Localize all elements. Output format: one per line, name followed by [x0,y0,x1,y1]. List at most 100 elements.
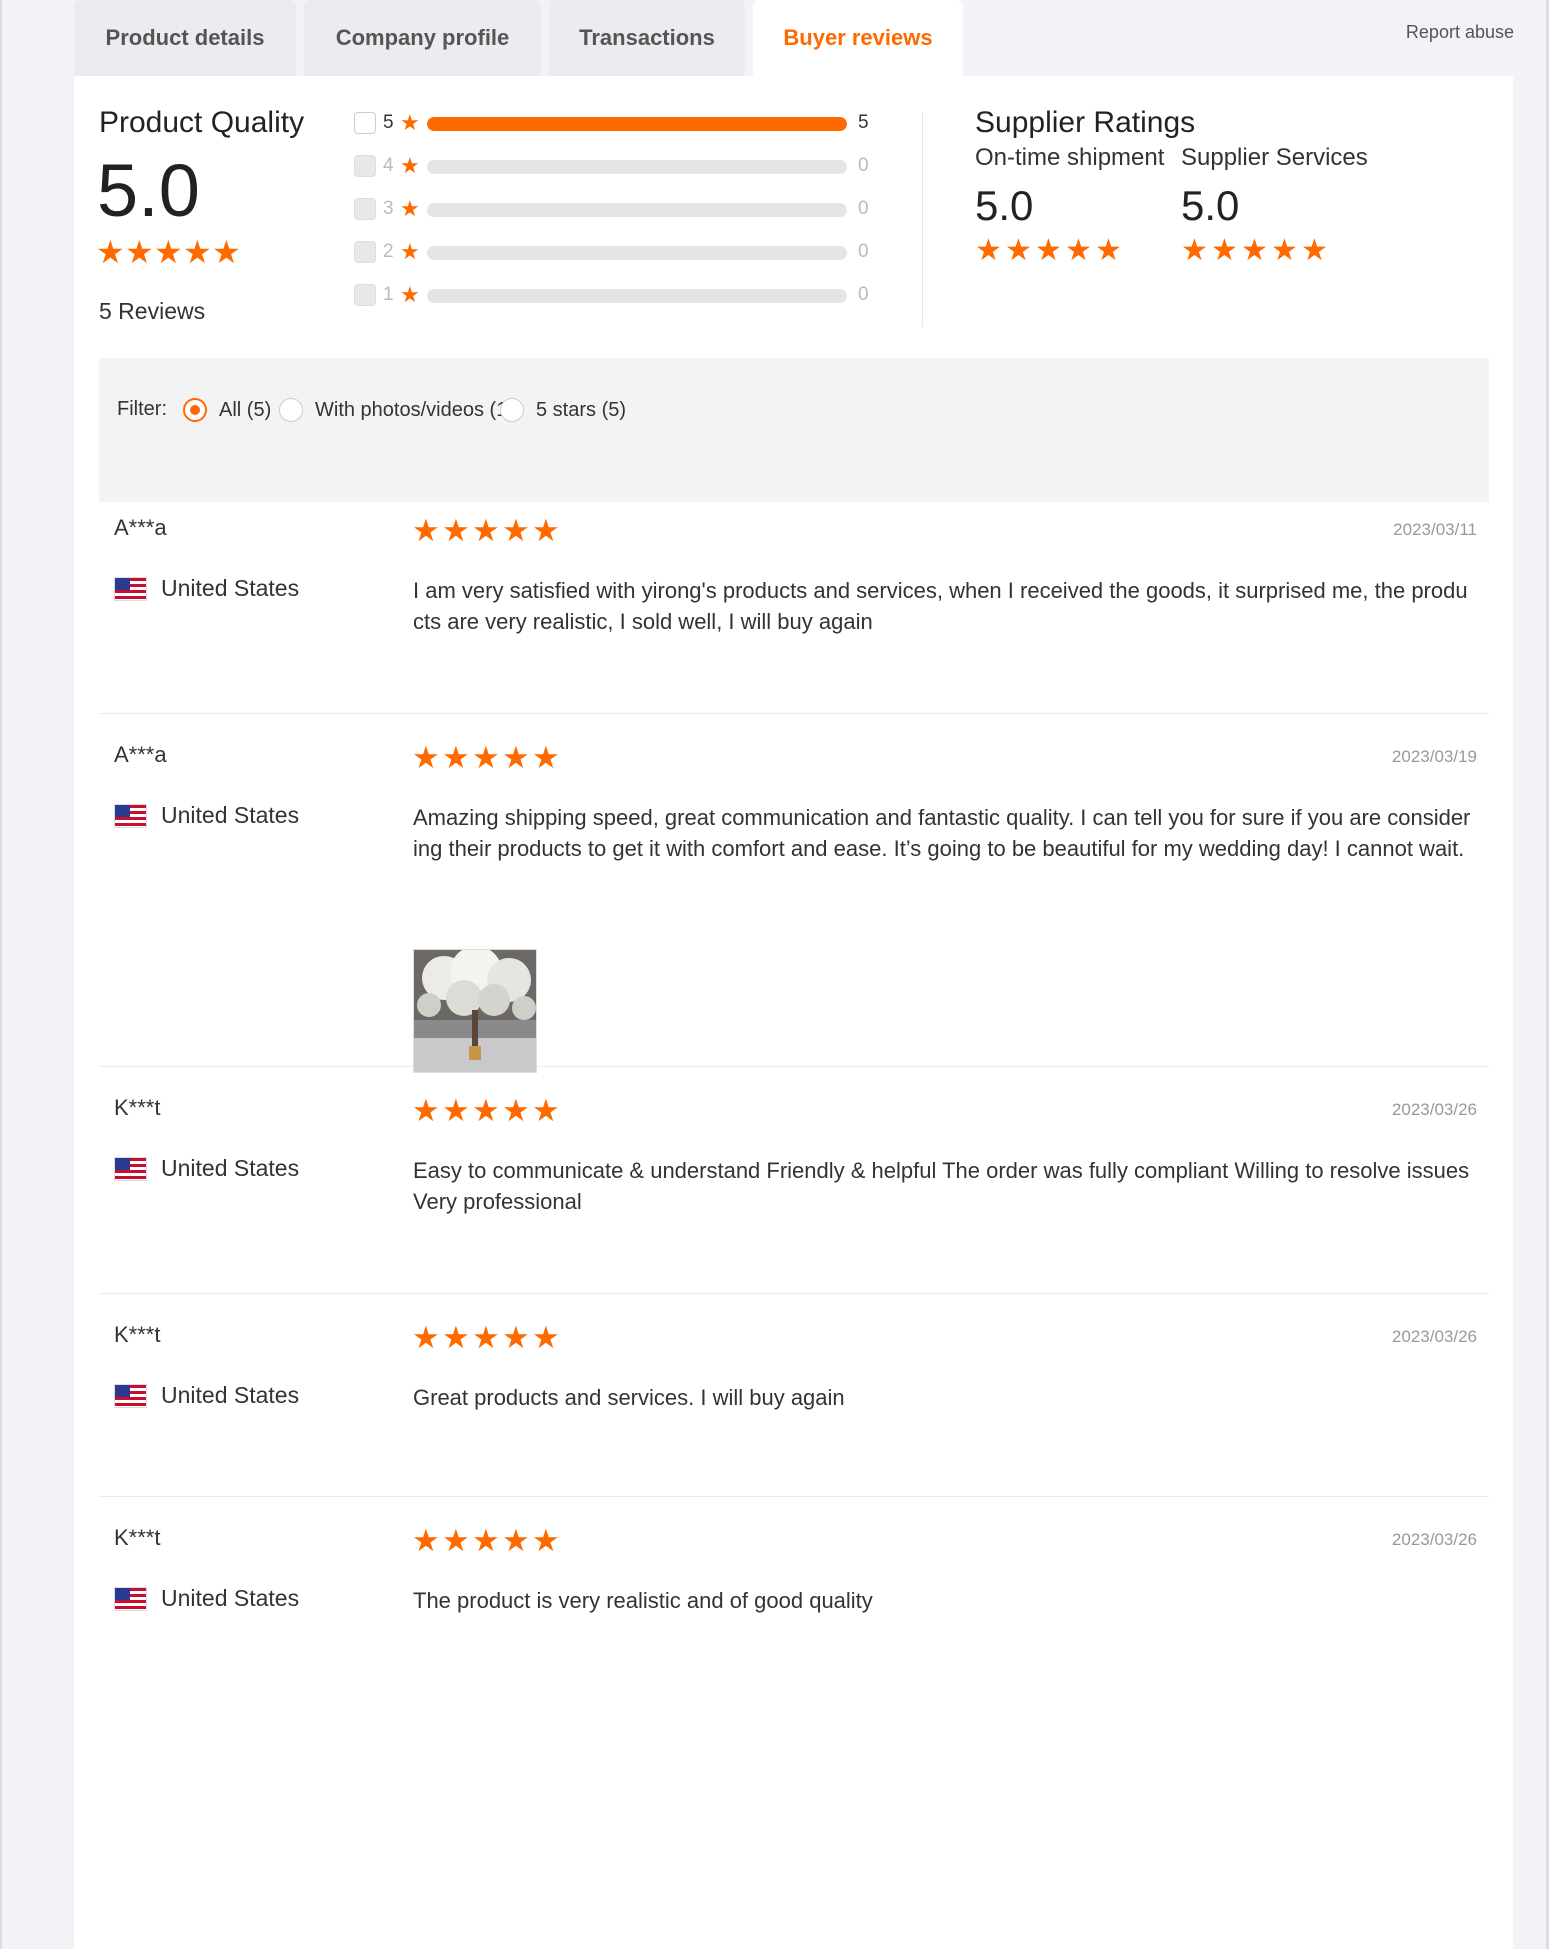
star-icon: ★ [400,239,420,264]
star-icon: ★ [154,234,183,270]
rating-count: 5 [858,112,869,133]
checkbox-icon[interactable] [354,284,376,306]
rating-bar [427,160,847,174]
review-stars: ★ ★ ★ ★ ★ [412,1322,562,1353]
rating-level: 2 [383,241,394,262]
star-icon: ★ [502,1320,530,1355]
star-icon: ★ [502,513,530,548]
review-text: The product is very realistic and of goo… [413,1588,873,1613]
star-icon: ★ [502,740,530,775]
left-edge [0,0,2,1949]
country-name: United States [161,1155,300,1181]
reviewer-country: United States [114,1382,299,1409]
us-flag-icon [114,1383,147,1408]
rating-row[interactable]: 5 ★ 5 [354,110,874,155]
radio-icon[interactable] [183,398,207,422]
star-icon: ★ [400,153,420,178]
review-item: K***t United States ★ ★ ★ ★ ★ 2023/03/26 Great p… [99,1294,1489,1497]
review-stars: ★ ★ ★ ★ ★ [412,1525,562,1556]
filter-all-label: All (5) [219,398,272,421]
tab-company-profile[interactable]: Company profile [304,0,541,76]
review-date: 2023/03/26 [1391,1327,1477,1346]
checkbox-icon[interactable] [354,155,376,177]
reviewer-country: United States [114,1585,299,1612]
star-icon: ★ [412,1093,440,1128]
rating-distribution: 5 ★ 5 4 ★ 0 3 ★ 0 2 ★ 0 1 ★ 0 [354,110,874,327]
filter-label: Filter: [117,398,167,420]
supplier-ratings-title: Supplier Ratings [975,106,1196,139]
us-flag-icon [114,1156,147,1181]
tab-product-details[interactable]: Product details [74,0,296,76]
product-quality-score: 5.0 [97,149,200,232]
star-icon: ★ [1035,234,1062,267]
star-icon: ★ [502,1093,530,1128]
star-icon: ★ [412,1523,440,1558]
star-icon: ★ [472,1320,500,1355]
rating-level: 5 [383,112,394,133]
star-icon: ★ [125,234,154,270]
star-icon: ★ [975,234,1002,267]
country-name: United States [161,1585,300,1611]
checkbox-icon[interactable] [354,112,376,134]
filter-5-stars[interactable]: 5 stars (5) [500,398,626,422]
filter-all[interactable]: All (5) [183,398,271,422]
rating-count: 0 [858,284,869,305]
rating-row[interactable]: 1 ★ 0 [354,282,874,327]
star-icon: ★ [400,282,420,307]
star-icon: ★ [442,513,470,548]
reviewer-country: United States [114,802,299,829]
star-icon: ★ [1301,234,1328,267]
review-stars: ★ ★ ★ ★ ★ [412,515,562,546]
rating-row[interactable]: 4 ★ 0 [354,153,874,198]
star-icon: ★ [1181,234,1208,267]
reviewer-name: K***t [114,1095,161,1120]
star-icon: ★ [1211,234,1238,267]
rating-level: 3 [383,198,394,219]
star-icon: ★ [1271,234,1298,267]
ontime-shipment-stars: ★ ★ ★ ★ ★ [975,236,1164,266]
ontime-shipment-score: 5.0 [975,182,1034,229]
photo-thumbnail-image [414,950,536,1072]
country-name: United States [161,1382,300,1408]
checkbox-icon[interactable] [354,241,376,263]
rating-row[interactable]: 3 ★ 0 [354,196,874,241]
review-item: K***t United States ★ ★ ★ ★ ★ 2023/03/26 Easy to… [99,1067,1489,1294]
star-icon: ★ [1095,234,1122,267]
radio-icon[interactable] [279,398,303,422]
review-photo[interactable] [413,949,537,1073]
reviewer-country: United States [114,575,299,602]
rating-level: 1 [383,284,394,305]
rating-bar [427,117,847,131]
rating-row[interactable]: 2 ★ 0 [354,239,874,284]
star-icon: ★ [1005,234,1032,267]
star-icon: ★ [400,110,420,135]
star-icon: ★ [442,1523,470,1558]
tab-transactions[interactable]: Transactions [549,0,745,76]
review-date: 2023/03/11 [1393,520,1477,539]
star-icon: ★ [412,740,440,775]
filter-photos-label: With photos/videos (1) [315,398,514,421]
divider [922,112,923,327]
star-icon: ★ [532,1093,560,1128]
radio-icon[interactable] [500,398,524,422]
review-count: 5 Reviews [99,298,206,324]
tab-buyer-reviews[interactable]: Buyer reviews [753,0,963,76]
rating-bar [427,246,847,260]
product-quality-title: Product Quality [99,106,305,139]
star-icon: ★ [412,1320,440,1355]
rating-bar [427,289,847,303]
star-icon: ★ [442,740,470,775]
reviewer-name: A***a [114,515,167,540]
review-item: A***a United States ★ ★ ★ ★ ★ 2023/03/11 I am ve… [99,487,1489,714]
supplier-services-rating: Supplier Services 5.0 ★ ★ ★ ★ ★ [1181,144,1368,266]
report-abuse-link[interactable]: Report abuse [1406,22,1514,43]
ontime-shipment-rating: On-time shipment 5.0 ★ ★ ★ ★ ★ [975,144,1164,266]
review-text: I am very satisfied with yirong's produc… [413,578,1468,634]
filter-5-stars-label: 5 stars (5) [536,398,627,421]
review-date: 2023/03/26 [1391,1530,1477,1549]
filter-bar: Filter: All (5) With photos/videos (1) 5… [99,358,1489,502]
reviewer-name: K***t [114,1322,161,1347]
checkbox-icon[interactable] [354,198,376,220]
reviewer-country: United States [114,1155,299,1182]
filter-photos[interactable]: With photos/videos (1) [279,398,514,422]
